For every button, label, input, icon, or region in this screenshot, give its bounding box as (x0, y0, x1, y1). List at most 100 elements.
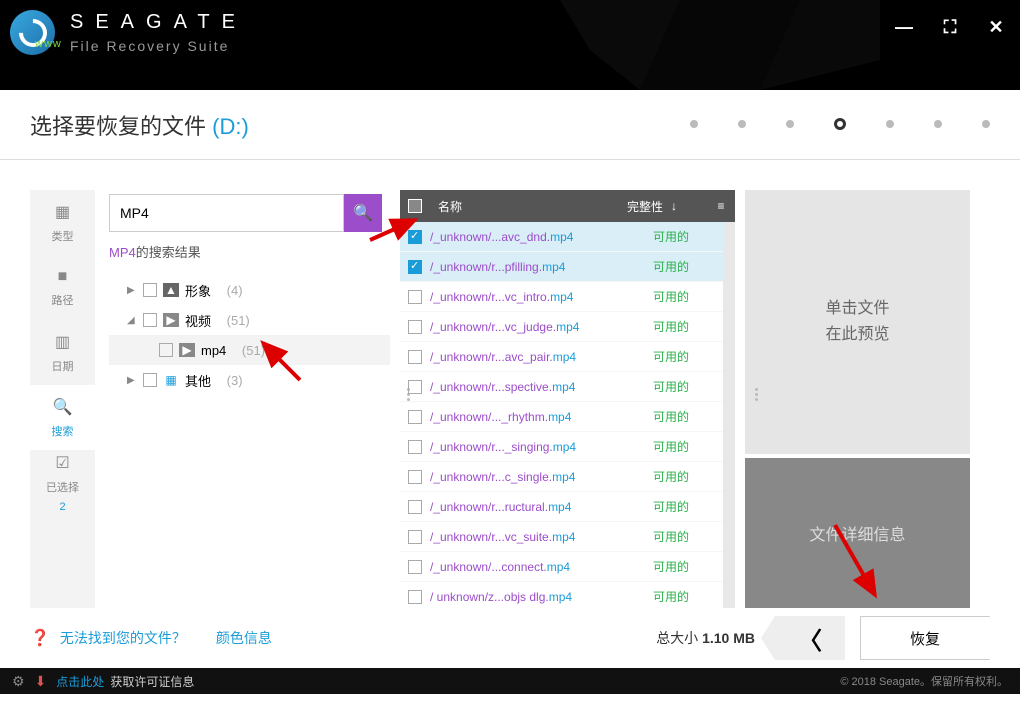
preview-panel: 单击文件 在此预览 文件详细信息 (745, 190, 970, 608)
file-checkbox[interactable] (408, 590, 422, 604)
step-dot (738, 120, 746, 128)
footer-bar: ❓ 无法找到您的文件？ 颜色信息 总大小 1.10 MB 〈 恢复 (0, 608, 1020, 668)
file-name: /_unknown/r..._singing.mp4 (430, 440, 653, 454)
file-row[interactable]: / unknown/z...objs dlg.mp4 可用的 (400, 582, 723, 608)
tree-node-other[interactable]: ▶▦其他 (3) (109, 365, 390, 395)
file-list[interactable]: /_unknown/...avc_dnd.mp4 可用的 /_unknown/r… (400, 222, 735, 608)
select-all-checkbox[interactable] (408, 199, 422, 213)
preview-hint-2: 在此预览 (825, 322, 889, 348)
file-integrity: 可用的 (653, 378, 723, 395)
drive-label: (D:) (212, 114, 249, 139)
sort-down-icon[interactable]: ↓ (671, 199, 677, 213)
tab-label: 搜索 (52, 423, 74, 439)
scrollbar-thumb[interactable] (726, 226, 733, 250)
tree-label: 其他 (185, 371, 211, 390)
back-button[interactable]: 〈 (775, 616, 845, 660)
tab-label: 路径 (52, 292, 74, 308)
checkbox[interactable] (143, 313, 157, 327)
file-integrity: 可用的 (653, 558, 723, 575)
file-row[interactable]: /_unknown/r...vc_intro.mp4 可用的 (400, 282, 723, 312)
file-row[interactable]: /_unknown/r...vc_suite.mp4 可用的 (400, 522, 723, 552)
file-checkbox[interactable] (408, 260, 422, 274)
help-link-colorinfo[interactable]: 颜色信息 (216, 628, 272, 648)
caret-right-icon: ▶ (127, 375, 137, 386)
file-name: /_unknown/...avc_dnd.mp4 (430, 230, 653, 244)
license-text: 获取许可证信息 (110, 673, 194, 690)
search-button[interactable]: 🔍 (344, 194, 382, 232)
file-row[interactable]: /_unknown/...connect.mp4 可用的 (400, 552, 723, 582)
file-checkbox[interactable] (408, 410, 422, 424)
tab-label: 类型 (52, 228, 74, 244)
tree-node-image[interactable]: ▶▲形象 (4) (109, 275, 390, 305)
checkbox[interactable] (143, 373, 157, 387)
file-checkbox[interactable] (408, 530, 422, 544)
tab-date[interactable]: ▥日期 (30, 320, 95, 385)
search-input[interactable] (109, 194, 344, 232)
file-checkbox[interactable] (408, 230, 422, 244)
file-checkbox[interactable] (408, 350, 422, 364)
file-integrity: 可用的 (653, 258, 723, 275)
checkbox[interactable] (143, 283, 157, 297)
caret-right-icon: ▶ (127, 285, 137, 296)
gear-icon[interactable]: ⚙ (12, 673, 25, 690)
file-row[interactable]: /_unknown/...avc_dnd.mp4 可用的 (400, 222, 723, 252)
file-row[interactable]: /_unknown/..._rhythm.mp4 可用的 (400, 402, 723, 432)
file-row[interactable]: /_unknown/r...vc_judge.mp4 可用的 (400, 312, 723, 342)
help-link-notfound[interactable]: 无法找到您的文件？ (60, 628, 186, 648)
drag-handle[interactable] (755, 384, 761, 404)
file-checkbox[interactable] (408, 380, 422, 394)
file-integrity: 可用的 (653, 498, 723, 515)
step-dot (786, 120, 794, 128)
column-integrity[interactable]: 完整性 (627, 198, 663, 215)
file-checkbox[interactable] (408, 440, 422, 454)
file-row[interactable]: /_unknown/r...spective.mp4 可用的 (400, 372, 723, 402)
tab-label: 日期 (52, 358, 74, 374)
minimize-button[interactable]: ― (895, 18, 913, 36)
grid-icon: ▦ (55, 202, 70, 222)
video-file-icon: ▶ (179, 343, 195, 357)
help-icon: ❓ (30, 628, 50, 648)
file-row[interactable]: /_unknown/r...c_single.mp4 可用的 (400, 462, 723, 492)
total-size-value: 1.10 MB (702, 630, 755, 646)
license-link[interactable]: 点击此处 (56, 673, 104, 690)
tab-type[interactable]: ▦ 类型 (30, 190, 95, 255)
file-name: /_unknown/...connect.mp4 (430, 560, 653, 574)
file-checkbox[interactable] (408, 560, 422, 574)
file-checkbox[interactable] (408, 290, 422, 304)
close-button[interactable]: ✕ (987, 18, 1005, 36)
recover-button[interactable]: 恢复 (860, 616, 990, 660)
tree-node-mp4[interactable]: ▶mp4 (51) (109, 335, 390, 365)
tab-selected[interactable]: ☑已选择2 (30, 450, 95, 515)
checkbox[interactable] (159, 343, 173, 357)
preview-area: 单击文件 在此预览 (745, 190, 970, 454)
file-row[interactable]: /_unknown/r...pfilling.mp4 可用的 (400, 252, 723, 282)
file-list-header: 名称 完整性 ↓ ≡ (400, 190, 735, 222)
other-icon: ▦ (163, 373, 179, 387)
file-checkbox[interactable] (408, 500, 422, 514)
file-row[interactable]: /_unknown/r..._singing.mp4 可用的 (400, 432, 723, 462)
maximize-button[interactable]: ⛶ (941, 18, 959, 36)
tree-count: (51) (242, 343, 265, 358)
total-size-label: 总大小 (656, 630, 698, 646)
tab-path[interactable]: ■ 路径 (30, 255, 95, 320)
file-name: /_unknown/r...spective.mp4 (430, 380, 653, 394)
folder-icon: ■ (58, 268, 68, 286)
column-name[interactable]: 名称 (430, 198, 627, 215)
file-name: /_unknown/r...vc_intro.mp4 (430, 290, 653, 304)
image-icon: ▲ (163, 283, 179, 297)
tab-search[interactable]: 🔍搜索 (30, 385, 95, 450)
file-row[interactable]: /_unknown/r...ructural.mp4 可用的 (400, 492, 723, 522)
file-row[interactable]: /_unknown/r...avc_pair.mp4 可用的 (400, 342, 723, 372)
file-checkbox[interactable] (408, 320, 422, 334)
list-menu-icon[interactable]: ≡ (707, 199, 735, 213)
step-dot (982, 120, 990, 128)
tree-node-video[interactable]: ◢▶视频 (51) (109, 305, 390, 335)
recover-label: 恢复 (910, 628, 940, 649)
step-dot (690, 120, 698, 128)
download-icon[interactable]: ⬇ (35, 673, 47, 690)
magnify-icon: 🔍 (353, 203, 373, 223)
step-indicator (690, 120, 990, 130)
file-name: /_unknown/r...avc_pair.mp4 (430, 350, 653, 364)
file-integrity: 可用的 (653, 438, 723, 455)
file-checkbox[interactable] (408, 470, 422, 484)
